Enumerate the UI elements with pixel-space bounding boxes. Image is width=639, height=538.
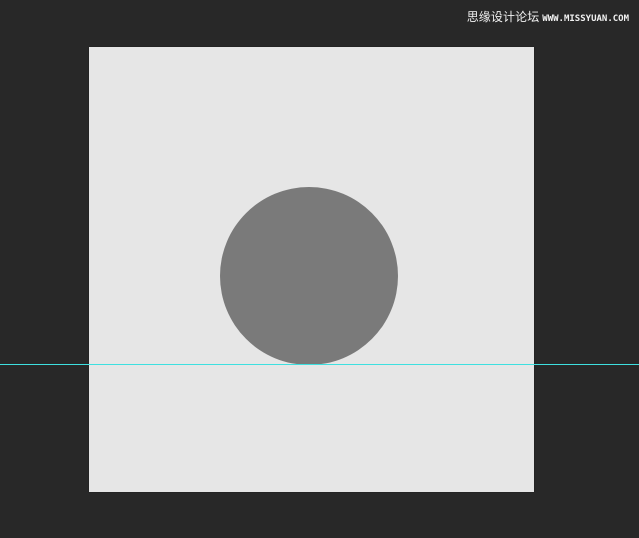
watermark-url-text: WWW.MISSYUAN.COM: [542, 14, 629, 24]
workspace: 思缘设计论坛 WWW.MISSYUAN.COM: [0, 0, 639, 538]
watermark-chinese-text: 思缘设计论坛: [466, 10, 540, 24]
watermark: 思缘设计论坛 WWW.MISSYUAN.COM: [467, 8, 629, 25]
document-canvas[interactable]: [89, 47, 534, 492]
circle-shape[interactable]: [220, 187, 398, 365]
horizontal-guide[interactable]: [0, 364, 639, 365]
